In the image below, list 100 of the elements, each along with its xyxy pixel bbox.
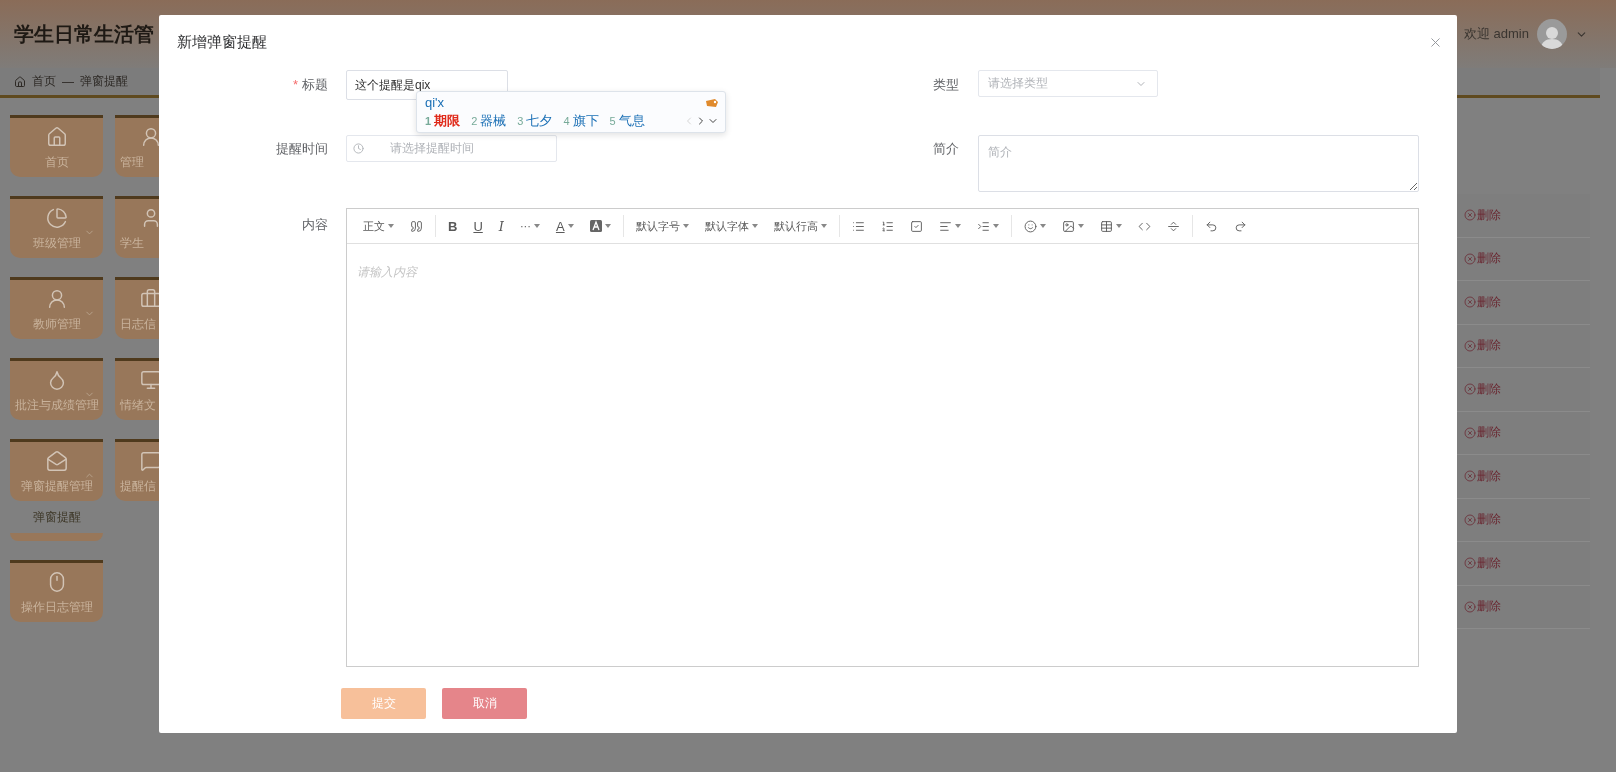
menu-tile[interactable]: 提醒信: [115, 439, 159, 501]
close-circle-icon: [1464, 339, 1476, 352]
toolbar-button[interactable]: I: [490, 212, 512, 240]
divider-icon: [1166, 219, 1180, 233]
table-icon: [1099, 219, 1113, 233]
menu-label: 首页: [44, 154, 69, 171]
toolbar-button[interactable]: U: [465, 212, 491, 240]
ime-candidate[interactable]: 3 七夕: [517, 112, 553, 130]
numbered-list-icon: [880, 219, 894, 233]
caret-icon: [604, 224, 611, 228]
ime-candidate[interactable]: 2 器械: [471, 112, 507, 130]
image-icon: [1061, 219, 1075, 233]
greeting-text: 欢迎 admin: [1463, 25, 1529, 43]
field-label: 提醒时间: [275, 140, 329, 158]
quote-icon: [410, 219, 423, 233]
close-circle-icon: [1464, 557, 1476, 570]
breadcrumb-separator: —: [62, 74, 74, 89]
toolbar-button[interactable]: B: [440, 212, 466, 240]
caret-icon: [1115, 224, 1122, 228]
delete-link[interactable]: 删除: [1464, 206, 1501, 224]
required-mark: *: [292, 77, 298, 92]
caret-icon: [533, 224, 540, 228]
ime-logo-icon: [705, 97, 719, 108]
emoji-icon: [1023, 219, 1037, 233]
toolbar-button[interactable]: 默认字体: [696, 212, 766, 240]
field-label: 类型: [932, 76, 960, 94]
delete-link[interactable]: 删除: [1464, 250, 1501, 268]
close-button[interactable]: [1428, 35, 1443, 50]
clock-icon: [353, 143, 364, 154]
menu-tile[interactable]: 弹窗提醒管理: [10, 439, 103, 501]
close-circle-icon: [1464, 470, 1476, 483]
caret-icon: [567, 224, 574, 228]
menu-tile[interactable]: 情绪文: [115, 358, 159, 420]
close-circle-icon: [1464, 426, 1476, 439]
menu-tile[interactable]: 首页: [10, 115, 103, 177]
caret-icon: [1039, 224, 1046, 228]
ime-candidate[interactable]: 1 期限: [425, 112, 461, 130]
caret-icon: [751, 224, 758, 228]
delete-link[interactable]: 删除: [1464, 467, 1501, 485]
menu-tile[interactable]: 教师管理: [10, 277, 103, 339]
close-circle-icon: [1464, 513, 1476, 526]
menu-tile[interactable]: 日志信: [115, 277, 159, 339]
menu-label: 班级管理: [32, 235, 81, 252]
person-icon: [140, 126, 162, 148]
checkbox-icon: [909, 219, 923, 233]
redo-icon: [1233, 219, 1247, 233]
delete-link[interactable]: 删除: [1464, 380, 1501, 398]
ime-candidate[interactable]: 5 气息: [609, 112, 645, 130]
menu-tile[interactable]: 班级管理: [10, 196, 103, 258]
close-circle-icon: [1464, 296, 1476, 309]
submit-button[interactable]: 提交: [341, 688, 426, 719]
menu-label: 批注与成绩管理: [14, 397, 99, 414]
pie-chart-icon: [45, 207, 68, 229]
indent-icon: [976, 219, 990, 233]
type-select[interactable]: 请选择类型: [978, 70, 1158, 97]
delete-link[interactable]: 删除: [1464, 511, 1501, 529]
summary-textarea[interactable]: 简介: [978, 135, 1419, 192]
menu-label: 提醒信: [120, 478, 156, 495]
select-placeholder: 请选择类型: [988, 75, 1048, 92]
delete-link[interactable]: 删除: [1464, 554, 1501, 572]
toolbar-button[interactable]: 默认行高: [765, 212, 835, 240]
toolbar-button[interactable]: A: [547, 212, 582, 240]
toolbar-button[interactable]: 正文: [355, 212, 402, 240]
avatar[interactable]: [1537, 19, 1567, 49]
delete-link[interactable]: 删除: [1464, 337, 1501, 355]
delete-link[interactable]: 删除: [1464, 424, 1501, 442]
delete-link[interactable]: 删除: [1464, 293, 1501, 311]
menu-label: 情绪文: [120, 397, 156, 414]
app-title: 学生日常生活管: [14, 21, 154, 47]
breadcrumb-link[interactable]: 首页: [32, 73, 56, 90]
date-placeholder: 请选择提醒时间: [390, 140, 474, 157]
menu-tile[interactable]: 批注与成绩管理: [10, 358, 103, 420]
menu-tile[interactable]: 管理: [115, 115, 159, 177]
undo-icon: [1204, 219, 1218, 233]
dialog-title: 新增弹窗提醒: [177, 33, 267, 52]
menu-label: 日志信: [120, 316, 156, 333]
toolbar-button[interactable]: ···: [511, 212, 548, 240]
briefcase-icon: [140, 288, 162, 310]
cancel-button[interactable]: 取消: [442, 688, 527, 719]
monitor-icon: [140, 369, 162, 391]
toolbar-button[interactable]: 默认字号: [627, 212, 697, 240]
field-label: 内容: [301, 216, 329, 234]
close-circle-icon: [1464, 600, 1476, 613]
menu-tile[interactable]: 学生: [115, 196, 159, 258]
align-icon: [938, 219, 952, 233]
menu-label: 管理: [120, 154, 144, 171]
menu-tile[interactable]: 操作日志管理: [10, 560, 103, 622]
envelope-icon: [45, 450, 68, 472]
home-icon: [14, 75, 26, 88]
menu-label: 操作日志管理: [20, 599, 93, 616]
date-field[interactable]: 请选择提醒时间: [346, 135, 557, 162]
caret-icon: [820, 224, 827, 228]
menu-label: 弹窗提醒管理: [20, 478, 93, 495]
submenu-item[interactable]: 弹窗提醒: [10, 501, 103, 533]
breadcrumb-current: 弹窗提醒: [80, 73, 128, 90]
caret-icon: [992, 224, 999, 228]
delete-link[interactable]: 删除: [1464, 598, 1501, 616]
person-silhouette-icon: [1541, 25, 1563, 49]
caret-icon: [954, 224, 961, 228]
ime-candidate[interactable]: 4 旗下: [563, 112, 599, 130]
